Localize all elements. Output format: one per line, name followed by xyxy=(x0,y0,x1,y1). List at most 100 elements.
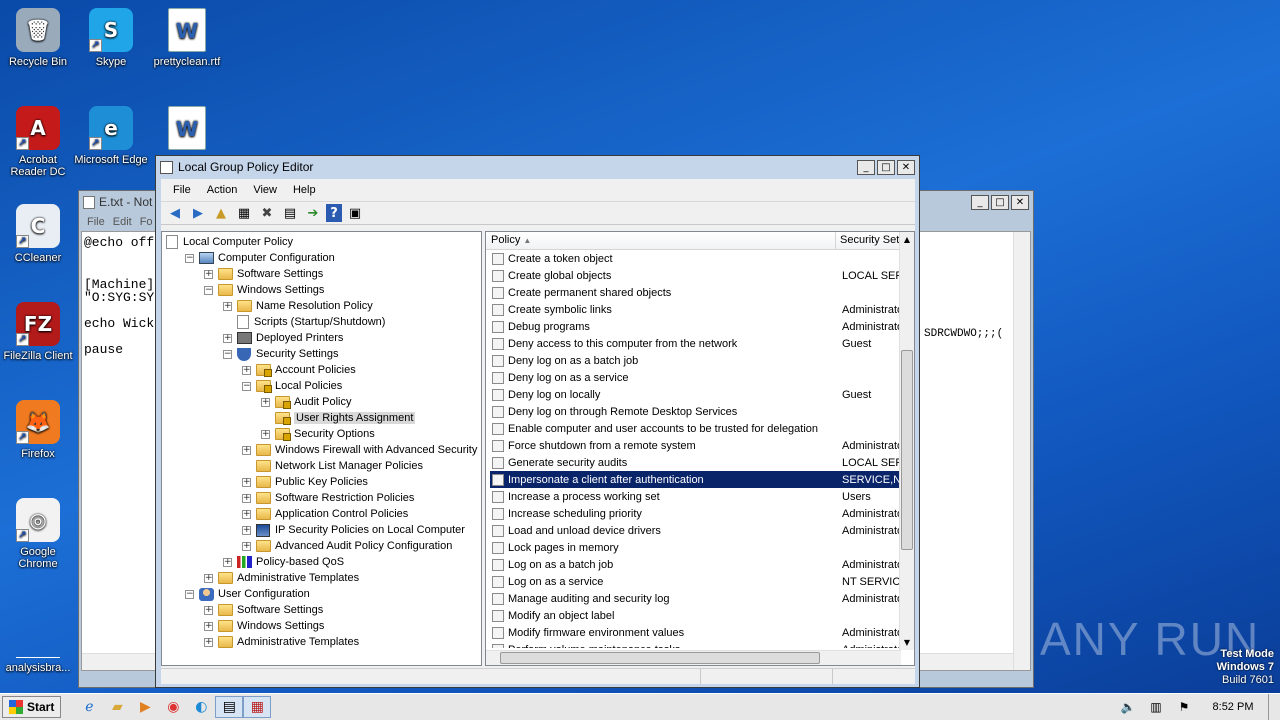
vertical-scrollbar[interactable]: ▲ ▼ xyxy=(899,232,914,650)
menu-format[interactable]: Fo xyxy=(136,216,157,228)
flag-icon[interactable]: ⚑ xyxy=(1170,696,1198,718)
forward-arrow-icon[interactable]: ▶ xyxy=(188,204,208,222)
vertical-scrollbar[interactable] xyxy=(1013,232,1030,670)
menu-action[interactable]: Action xyxy=(199,184,246,196)
tree-node[interactable]: + Software Settings xyxy=(204,266,323,282)
tree-node[interactable]: + Software Restriction Policies xyxy=(242,490,414,506)
policy-list-pane[interactable]: Policy ▲ Security Setti Create a token o… xyxy=(485,231,915,666)
expand-icon[interactable]: + xyxy=(242,493,251,503)
show-desktop-button[interactable] xyxy=(1268,694,1280,720)
tree-node[interactable]: + Audit Policy xyxy=(261,394,351,410)
minimize-button[interactable]: _ xyxy=(857,159,875,175)
collapse-icon[interactable]: − xyxy=(204,285,213,295)
close-button[interactable]: ✕ xyxy=(1011,194,1029,210)
policy-row[interactable]: Impersonate a client after authenticatio… xyxy=(490,471,900,488)
help-icon[interactable]: ? xyxy=(326,204,342,222)
back-arrow-icon[interactable]: ◀ xyxy=(165,204,185,222)
close-button[interactable]: ✕ xyxy=(897,159,915,175)
policy-row[interactable]: Generate security audits LOCAL SERV xyxy=(490,454,900,471)
expand-icon[interactable]: + xyxy=(223,557,232,567)
gpedit-titlebar[interactable]: Local Group Policy Editor _ □ ✕ xyxy=(156,156,919,178)
minimize-button[interactable]: _ xyxy=(971,194,989,210)
desktop-icon-folder-shortcut[interactable]: analysisbra... xyxy=(0,614,76,674)
tree-node[interactable]: + Security Options xyxy=(261,426,375,442)
expand-icon[interactable]: + xyxy=(261,397,270,407)
expand-icon[interactable]: + xyxy=(242,509,251,519)
expand-icon[interactable]: + xyxy=(204,269,213,279)
menu-help[interactable]: Help xyxy=(285,184,324,196)
column-header-setting[interactable]: Security Setti xyxy=(836,232,900,249)
policy-row[interactable]: Deny access to this computer from the ne… xyxy=(490,335,900,352)
tree-node[interactable]: User Rights Assignment xyxy=(261,410,416,426)
menu-file[interactable]: File xyxy=(83,216,109,228)
tree-node[interactable]: + Windows Firewall with Advanced Security xyxy=(242,442,477,458)
tree-node[interactable]: Local Computer Policy xyxy=(166,234,293,250)
policy-row[interactable]: Lock pages in memory xyxy=(490,539,900,556)
volume-icon[interactable]: 🔈 xyxy=(1114,696,1142,718)
expand-icon[interactable]: + xyxy=(204,605,213,615)
scrollbar-thumb[interactable] xyxy=(901,350,913,550)
policy-row[interactable]: Perform volume maintenance tasksAdminist… xyxy=(490,641,900,648)
extended-view-icon[interactable]: ▣ xyxy=(345,204,365,222)
tree-node[interactable]: + Administrative Templates xyxy=(204,634,359,650)
maximize-button[interactable]: □ xyxy=(877,159,895,175)
export-list-icon[interactable]: ➔ xyxy=(303,204,323,222)
chrome-icon[interactable]: ◉ xyxy=(159,696,187,718)
tree-node[interactable]: + Public Key Policies xyxy=(242,474,368,490)
start-button[interactable]: Start xyxy=(2,696,62,718)
delete-icon[interactable]: ✖ xyxy=(257,204,277,222)
tree-node[interactable]: + Advanced Audit Policy Configuration xyxy=(242,538,452,554)
expand-icon[interactable]: + xyxy=(223,333,232,343)
policy-row[interactable]: Debug programs Administrato xyxy=(490,318,900,335)
maximize-button[interactable]: □ xyxy=(991,194,1009,210)
expand-icon[interactable]: + xyxy=(242,445,251,455)
policy-row[interactable]: Log on as a batch job Administrato xyxy=(490,556,900,573)
policy-row[interactable]: Deny log on through Remote Desktop Servi… xyxy=(490,403,900,420)
tree-pane[interactable]: Local Computer Policy − Computer Configura… xyxy=(161,231,482,666)
menu-edit[interactable]: Edit xyxy=(109,216,136,228)
collapse-icon[interactable]: − xyxy=(223,349,232,359)
policy-row[interactable]: Increase scheduling priority Administrato xyxy=(490,505,900,522)
tree-node[interactable]: − Computer Configuration xyxy=(185,250,335,266)
policy-row[interactable]: Load and unload device drivers Administra… xyxy=(490,522,900,539)
collapse-icon[interactable]: − xyxy=(185,589,194,599)
policy-row[interactable]: Deny log on locally Guest xyxy=(490,386,900,403)
show-hide-tree-icon[interactable]: ▦ xyxy=(234,204,254,222)
policy-row[interactable]: Modify firmware environment values Admini… xyxy=(490,624,900,641)
policy-row[interactable]: Enable computer and user accounts to be … xyxy=(490,420,900,437)
tree-node[interactable]: + Name Resolution Policy xyxy=(223,298,373,314)
policy-row[interactable]: Create permanent shared objects xyxy=(490,284,900,301)
horizontal-scrollbar[interactable] xyxy=(486,650,901,665)
policy-row[interactable]: Deny log on as a service xyxy=(490,369,900,386)
desktop-icon-rtf-document[interactable]: Wprettyclean.rtf xyxy=(149,8,225,68)
tree-node[interactable]: − Windows Settings xyxy=(204,282,324,298)
menu-file[interactable]: File xyxy=(165,184,199,196)
collapse-icon[interactable]: − xyxy=(185,253,194,263)
expand-icon[interactable]: + xyxy=(204,621,213,631)
clock[interactable]: 8:52 PM xyxy=(1198,701,1268,713)
tree-node[interactable]: Network List Manager Policies xyxy=(242,458,423,474)
desktop-icon-skype[interactable]: S ↗ Skype xyxy=(73,8,149,68)
desktop-icon-edge[interactable]: e ↗ Microsoft Edge xyxy=(73,106,149,166)
policy-row[interactable]: Increase a process working set Users xyxy=(490,488,900,505)
desktop-icon-recycle-bin[interactable]: 🗑 Recycle Bin xyxy=(0,8,76,68)
tree-node[interactable]: + Administrative Templates xyxy=(204,570,359,586)
network-icon[interactable]: ▥ xyxy=(1142,696,1170,718)
expand-icon[interactable]: + xyxy=(204,573,213,583)
tree-node[interactable]: Scripts (Startup/Shutdown) xyxy=(223,314,385,330)
column-header-policy[interactable]: Policy ▲ xyxy=(486,232,836,249)
desktop-icon-word-document[interactable]: W xyxy=(149,106,225,154)
gpedit-window[interactable]: Local Group Policy Editor _ □ ✕ File Act… xyxy=(155,155,920,688)
gpedit-taskbar-icon[interactable]: ▦ xyxy=(243,696,272,718)
expand-icon[interactable]: + xyxy=(242,477,251,487)
properties-icon[interactable]: ▤ xyxy=(280,204,300,222)
expand-icon[interactable]: + xyxy=(242,541,251,551)
desktop-icon-ccleaner[interactable]: C ↗ CCleaner xyxy=(0,204,76,264)
internet-explorer-icon[interactable]: ℯ xyxy=(75,696,103,718)
tree-node[interactable]: + Windows Settings xyxy=(204,618,324,634)
tree-node[interactable]: + Account Policies xyxy=(242,362,356,378)
expand-icon[interactable]: + xyxy=(223,301,232,311)
file-explorer-icon[interactable]: ▰ xyxy=(103,696,131,718)
policy-row[interactable]: Create global objects LOCAL SERV xyxy=(490,267,900,284)
up-folder-icon[interactable]: ▲ xyxy=(211,204,231,222)
